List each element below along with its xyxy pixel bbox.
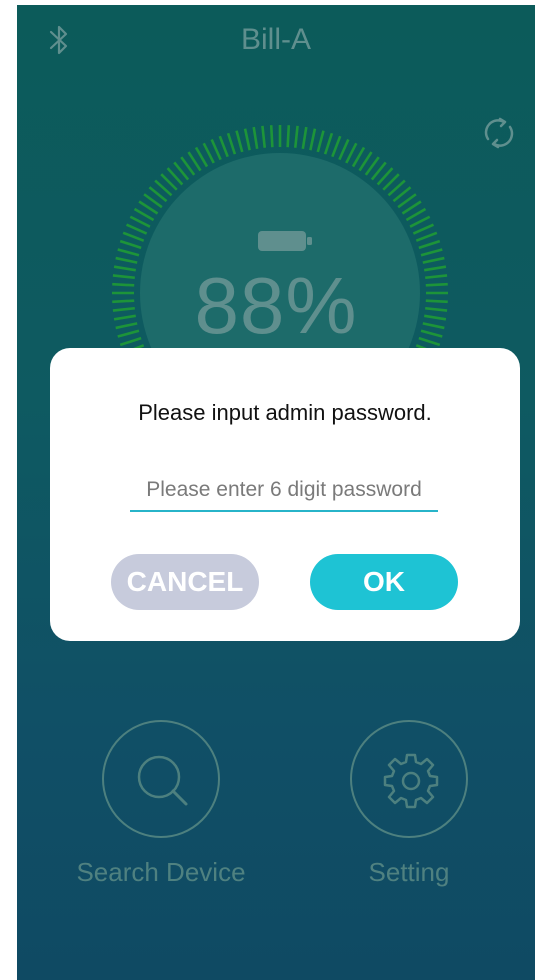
gauge-tick	[405, 207, 427, 222]
battery-icon	[258, 231, 312, 251]
gauge-tick	[243, 128, 251, 151]
gauge-tick	[252, 126, 259, 150]
gauge-tick	[345, 142, 358, 164]
gauge-tick	[235, 130, 244, 153]
gauge-tick	[117, 248, 140, 257]
search-icon	[137, 755, 188, 806]
ok-button[interactable]: OK	[310, 554, 458, 610]
gauge-tick	[309, 128, 317, 151]
password-dialog: Please input admin password. CANCEL OK	[50, 348, 520, 641]
setting-label[interactable]: Setting	[309, 857, 509, 888]
gauge-tick	[125, 223, 148, 235]
gauge-tick	[409, 215, 431, 228]
gauge-tick	[301, 126, 308, 150]
dialog-message: Please input admin password.	[138, 400, 432, 425]
top-bar: Bill-A	[17, 5, 535, 75]
cancel-button[interactable]: CANCEL	[111, 554, 259, 610]
gauge-tick	[293, 125, 299, 148]
password-input[interactable]	[130, 470, 438, 512]
gauge-tick	[261, 125, 267, 148]
search-device-label[interactable]: Search Device	[61, 857, 261, 888]
gauge-tick	[316, 130, 325, 153]
gauge-tick	[129, 215, 151, 228]
battery-percent: 88%	[194, 261, 358, 350]
gauge-tick	[420, 248, 443, 257]
gauge-tick	[338, 138, 350, 161]
gauge-tick	[202, 142, 215, 164]
gauge-tick	[286, 125, 291, 148]
gauge-tick	[122, 231, 145, 242]
gauge-tick	[351, 146, 366, 168]
gauge-tick	[133, 207, 155, 222]
gear-icon	[383, 753, 439, 809]
gauge-tick	[210, 138, 222, 161]
gauge-tick	[119, 239, 142, 250]
gauge-tick	[415, 231, 438, 242]
device-title: Bill-A	[240, 23, 311, 56]
gauge-tick	[412, 223, 435, 235]
gauge-tick	[418, 239, 441, 250]
refresh-icon[interactable]	[479, 113, 519, 153]
app-screen: Bill-A 88% Search Device Setting Please …	[17, 5, 535, 980]
gauge-tick	[226, 132, 237, 155]
gauge-tick	[323, 132, 334, 155]
gauge-tick	[331, 135, 342, 158]
gauge-tick	[218, 135, 229, 158]
gauge-tick	[194, 146, 209, 168]
search-device-button[interactable]	[102, 720, 220, 838]
setting-button[interactable]	[350, 720, 468, 838]
gauge-tick	[269, 125, 274, 148]
